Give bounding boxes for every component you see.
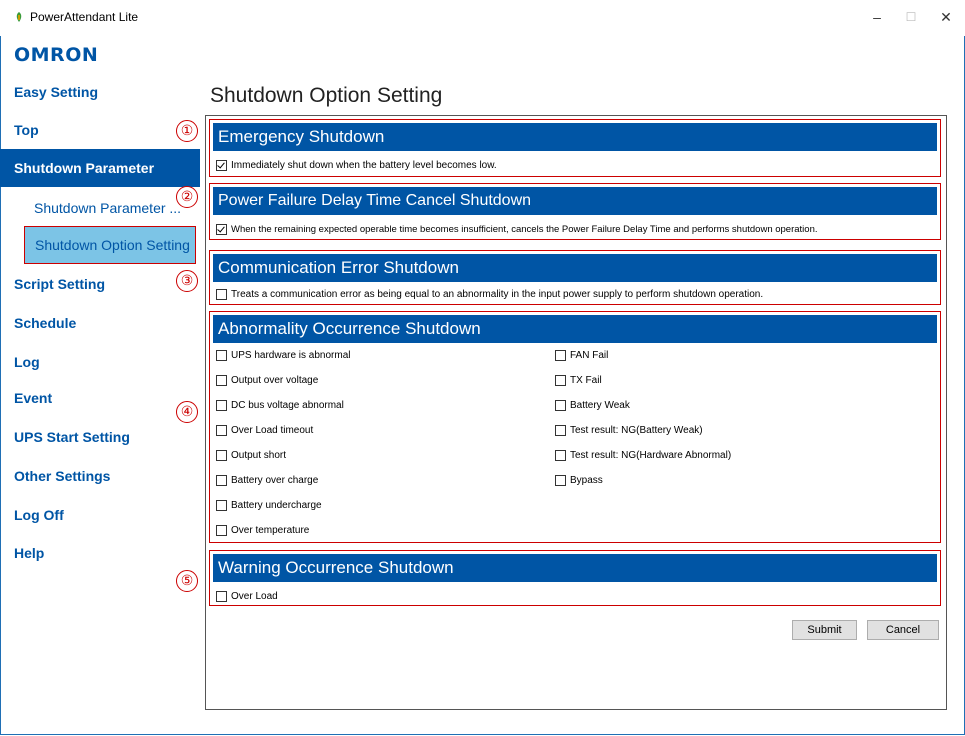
over-temperature-checkbox[interactable]: Over temperature [216,525,309,536]
communication-error-section: Communication Error Shutdown Treats a co… [209,250,941,305]
emergency-shutdown-section: Emergency Shutdown Immediately shut down… [209,119,941,177]
over-load-checkbox[interactable]: Over Load [216,591,278,602]
checkbox-icon [216,350,227,361]
checkbox-label: Bypass [570,475,603,486]
output-short-checkbox[interactable]: Output short [216,450,286,461]
checkbox-icon [216,525,227,536]
checkbox-icon [216,500,227,511]
checkbox-label: Output short [231,450,287,461]
section-heading: Communication Error Shutdown [213,254,937,282]
checkbox-label: Over Load [231,591,278,602]
checkbox-icon [216,160,227,171]
section-heading: Abnormality Occurrence Shutdown [213,315,937,343]
battery-undercharge-checkbox[interactable]: Battery undercharge [216,500,322,511]
callout-1: ① [176,120,198,142]
checkbox-label: UPS hardware is abnormal [231,350,351,361]
fan-fail-checkbox[interactable]: FAN Fail [555,350,608,361]
sidebar-item-schedule[interactable]: Schedule [14,315,76,331]
checkbox-label: Over temperature [231,525,310,536]
test-result-hardware-abnormal-checkbox[interactable]: Test result: NG(Hardware Abnormal) [555,450,731,461]
checkbox-label: Test result: NG(Hardware Abnormal) [570,450,732,461]
dc-bus-voltage-checkbox[interactable]: DC bus voltage abnormal [216,400,344,411]
sidebar-subitem-shutdown-parameter-detail[interactable]: Shutdown Parameter ... [34,200,181,216]
sidebar-item-label: Shutdown Parameter [14,160,155,176]
tx-fail-checkbox[interactable]: TX Fail [555,375,602,386]
power-failure-cancel-section: Power Failure Delay Time Cancel Shutdown… [209,183,941,240]
over-load-timeout-checkbox[interactable]: Over Load timeout [216,425,313,436]
omron-logo: OMRON [14,44,99,66]
checkbox-icon [216,450,227,461]
checkbox-label: When the remaining expected operable tim… [231,224,818,235]
sidebar-item-help[interactable]: Help [14,545,44,561]
title-bar: PowerAttendant Lite – ☐ ✕ [0,0,965,36]
page-title: Shutdown Option Setting [210,84,443,107]
sidebar-item-event[interactable]: Event [14,390,52,406]
checkbox-icon [555,375,566,386]
comm-error-checkbox[interactable]: Treats a communication error as being eq… [216,289,763,300]
warning-occurrence-section: Warning Occurrence Shutdown Over Load [209,550,941,606]
submit-button[interactable]: Submit [792,620,857,640]
checkbox-icon [216,475,227,486]
checkbox-icon [555,400,566,411]
checkbox-icon [216,400,227,411]
battery-weak-checkbox[interactable]: Battery Weak [555,400,630,411]
sidebar-item-script-setting[interactable]: Script Setting [14,276,105,292]
bypass-checkbox[interactable]: Bypass [555,475,603,486]
cancel-delay-checkbox[interactable]: When the remaining expected operable tim… [216,224,818,235]
sidebar-item-top[interactable]: Top [14,122,39,138]
sidebar-item-shutdown-parameter[interactable]: Shutdown Parameter [0,149,200,187]
sidebar-item-log[interactable]: Log [14,354,40,370]
checkbox-icon [555,350,566,361]
close-button[interactable]: ✕ [931,6,961,28]
abnormality-section: Abnormality Occurrence Shutdown UPS hard… [209,311,941,543]
cancel-button[interactable]: Cancel [867,620,939,640]
section-heading: Power Failure Delay Time Cancel Shutdown [213,187,937,215]
checkbox-icon [216,591,227,602]
checkbox-label: Output over voltage [231,375,319,386]
checkbox-label: TX Fail [570,375,602,386]
app-icon [16,12,22,22]
sidebar-item-easy-setting[interactable]: Easy Setting [14,84,98,100]
checkbox-icon [216,289,227,300]
maximize-button[interactable]: ☐ [896,6,926,28]
checkbox-label: Battery over charge [231,475,319,486]
checkbox-label: Over Load timeout [231,425,314,436]
callout-2: ② [176,186,198,208]
checkbox-icon [555,450,566,461]
checkbox-label: Battery undercharge [231,500,322,511]
sidebar-item-label: Shutdown Option Setting [35,237,190,253]
section-heading: Emergency Shutdown [213,123,937,151]
checkbox-label: Battery Weak [570,400,630,411]
checkbox-label: Test result: NG(Battery Weak) [570,425,703,436]
checkbox-icon [216,375,227,386]
checkbox-label: DC bus voltage abnormal [231,400,344,411]
callout-3: ③ [176,270,198,292]
checkbox-label: FAN Fail [570,350,609,361]
sidebar-item-other-settings[interactable]: Other Settings [14,468,110,484]
checkbox-icon [555,425,566,436]
callout-5: ⑤ [176,570,198,592]
checkbox-icon [555,475,566,486]
test-result-battery-weak-checkbox[interactable]: Test result: NG(Battery Weak) [555,425,703,436]
callout-4: ④ [176,401,198,423]
battery-low-checkbox[interactable]: Immediately shut down when the battery l… [216,160,497,171]
ups-hardware-abnormal-checkbox[interactable]: UPS hardware is abnormal [216,350,351,361]
section-heading: Warning Occurrence Shutdown [213,554,937,582]
sidebar-subitem-shutdown-option-setting[interactable]: Shutdown Option Setting [24,226,196,264]
battery-over-charge-checkbox[interactable]: Battery over charge [216,475,318,486]
checkbox-label: Treats a communication error as being eq… [231,289,764,300]
sidebar-item-ups-start-setting[interactable]: UPS Start Setting [14,429,130,445]
output-over-voltage-checkbox[interactable]: Output over voltage [216,375,318,386]
window-title: PowerAttendant Lite [30,10,139,24]
minimize-button[interactable]: – [862,6,892,28]
sidebar-item-log-off[interactable]: Log Off [14,507,64,523]
checkbox-icon [216,224,227,235]
checkbox-icon [216,425,227,436]
checkbox-label: Immediately shut down when the battery l… [231,160,497,171]
